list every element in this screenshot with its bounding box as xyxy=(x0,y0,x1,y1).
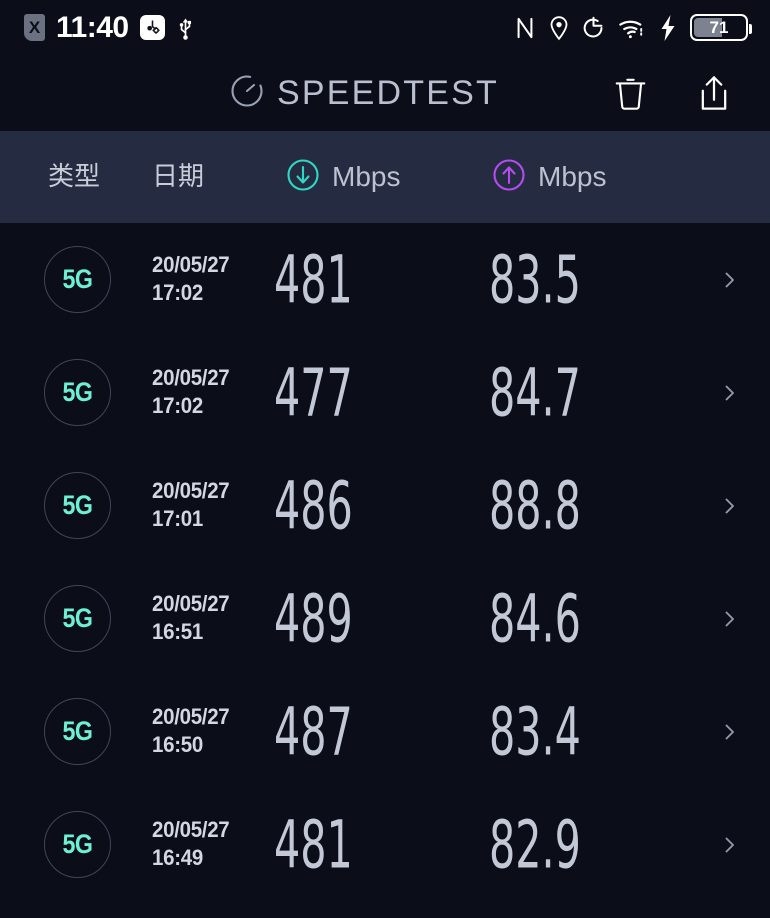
table-row[interactable]: 5G 20/05/27 17:01 486 88.8 xyxy=(0,449,770,562)
result-time: 17:02 xyxy=(152,280,203,305)
chevron-right-icon[interactable] xyxy=(718,268,742,292)
upload-value: 84.7 xyxy=(489,353,581,431)
chevron-right-icon[interactable] xyxy=(718,720,742,744)
column-header-upload[interactable]: Mbps xyxy=(492,158,606,197)
column-header-type[interactable]: 类型 xyxy=(48,164,100,190)
result-date: 20/05/27 xyxy=(152,365,230,391)
table-row[interactable]: 5G 20/05/27 16:51 489 84.6 xyxy=(0,562,770,675)
result-datetime: 20/05/27 16:49 xyxy=(152,818,235,870)
chevron-right-icon[interactable] xyxy=(718,381,742,405)
battery-indicator: 71 xyxy=(690,14,752,41)
page-title: SPEEDTEST xyxy=(277,74,499,112)
upload-value: 83.5 xyxy=(489,240,581,318)
status-bar: X 11:40 71 xyxy=(0,0,770,55)
status-bar-right: 71 xyxy=(514,14,752,41)
result-time: 16:50 xyxy=(152,732,203,757)
table-row[interactable]: 5G 20/05/27 16:50 487 83.4 xyxy=(0,675,770,788)
speedometer-icon xyxy=(229,73,265,114)
network-type-badge: 5G xyxy=(44,585,111,652)
column-header-download[interactable]: Mbps xyxy=(286,158,400,197)
app-header: SPEEDTEST xyxy=(0,55,770,131)
result-datetime: 20/05/27 16:51 xyxy=(152,592,235,644)
share-button[interactable] xyxy=(692,71,736,115)
download-value: 481 xyxy=(274,805,353,883)
usb-debugging-icon xyxy=(139,15,165,40)
result-time: 17:02 xyxy=(152,393,203,418)
location-pin-icon xyxy=(549,15,569,41)
result-datetime: 20/05/27 17:01 xyxy=(152,479,235,531)
chevron-right-icon[interactable] xyxy=(718,494,742,518)
speedtest-results-screen: X 11:40 71 SPEEDTEST 类型 日期 Mbps Mbps 5G … xyxy=(0,0,770,918)
status-bar-clock: 11:40 xyxy=(56,10,129,44)
upload-value: 82.9 xyxy=(489,805,581,883)
result-date: 20/05/27 xyxy=(152,478,230,504)
result-datetime: 20/05/27 17:02 xyxy=(152,366,235,418)
download-value: 481 xyxy=(274,240,353,318)
column-header-row: 类型 日期 Mbps Mbps xyxy=(0,131,770,223)
status-bar-left: X 11:40 xyxy=(24,10,195,44)
column-header-upload-label: Mbps xyxy=(538,161,607,192)
download-value: 477 xyxy=(274,353,353,431)
column-header-date[interactable]: 日期 xyxy=(152,164,204,190)
result-datetime: 20/05/27 17:02 xyxy=(152,253,235,305)
download-value: 487 xyxy=(274,692,353,770)
result-time: 16:49 xyxy=(152,845,203,870)
sim-card-x-icon: X xyxy=(24,14,45,41)
upload-value: 83.4 xyxy=(489,692,581,770)
result-date: 20/05/27 xyxy=(152,591,230,617)
screen-rotation-icon xyxy=(582,15,605,41)
network-type-badge: 5G xyxy=(44,472,111,539)
column-header-date-label: 日期 xyxy=(152,162,205,192)
network-type-badge: 5G xyxy=(44,359,111,426)
wifi-icon xyxy=(618,16,647,40)
result-date: 20/05/27 xyxy=(152,252,230,278)
network-type-label: 5G xyxy=(62,603,93,633)
download-value: 489 xyxy=(274,579,353,657)
result-time: 16:51 xyxy=(152,619,203,644)
column-header-type-label: 类型 xyxy=(48,162,101,192)
chevron-right-icon[interactable] xyxy=(718,833,742,857)
network-type-badge: 5G xyxy=(44,246,111,313)
network-type-label: 5G xyxy=(62,264,93,294)
network-type-label: 5G xyxy=(62,716,93,746)
network-type-label: 5G xyxy=(62,377,93,407)
nfc-icon xyxy=(514,15,536,41)
table-row[interactable]: 5G 20/05/27 17:02 477 84.7 xyxy=(0,336,770,449)
chevron-right-icon[interactable] xyxy=(718,607,742,631)
charging-bolt-icon xyxy=(660,14,677,41)
upload-value: 88.8 xyxy=(489,466,581,544)
delete-button[interactable] xyxy=(608,71,652,115)
network-type-badge: 5G xyxy=(44,811,111,878)
header-actions xyxy=(608,71,746,115)
upload-value: 84.6 xyxy=(489,579,581,657)
column-header-download-label: Mbps xyxy=(332,161,401,192)
download-value: 486 xyxy=(274,466,353,544)
network-type-label: 5G xyxy=(62,829,93,859)
download-arrow-icon xyxy=(286,158,320,197)
table-row[interactable]: 5G 20/05/27 17:02 481 83.5 xyxy=(0,223,770,336)
results-list: 5G 20/05/27 17:02 481 83.5 5G 20/05/27 17:02 477… xyxy=(0,223,770,918)
brand: SPEEDTEST xyxy=(0,73,608,114)
battery-percent-label: 71 xyxy=(709,18,729,37)
upload-arrow-icon xyxy=(492,158,526,197)
table-row[interactable]: 5G 20/05/27 16:49 481 82.9 xyxy=(0,788,770,901)
usb-icon xyxy=(176,15,195,41)
result-time: 17:01 xyxy=(152,506,203,531)
result-date: 20/05/27 xyxy=(152,817,230,843)
network-type-badge: 5G xyxy=(44,698,111,765)
result-date: 20/05/27 xyxy=(152,704,230,730)
network-type-label: 5G xyxy=(62,490,93,520)
result-datetime: 20/05/27 16:50 xyxy=(152,705,235,757)
